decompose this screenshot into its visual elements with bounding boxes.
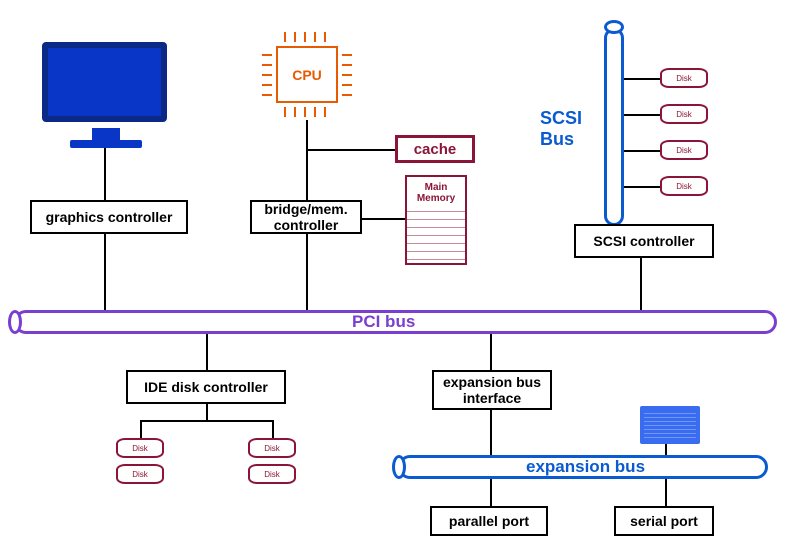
connector — [306, 234, 308, 312]
connector — [624, 78, 664, 80]
connector — [490, 479, 492, 507]
graphics-controller-box: graphics controller — [30, 200, 188, 234]
connector — [206, 404, 208, 420]
connector — [306, 149, 396, 151]
connector — [306, 120, 308, 200]
cpu-label: CPU — [276, 46, 338, 103]
scsi-bus-icon — [604, 20, 624, 34]
cache-box: cache — [395, 135, 475, 163]
architecture-diagram: CPU cache Main Memory SCSI Bus — [0, 0, 791, 556]
disk-icon: Disk — [660, 68, 708, 88]
expansion-bus-label: expansion bus — [526, 457, 645, 477]
connector — [490, 334, 492, 370]
parallel-port-box: parallel port — [430, 506, 548, 536]
serial-port-box: serial port — [614, 506, 714, 536]
scsi-bus-label: SCSI Bus — [540, 108, 600, 150]
connector — [665, 479, 667, 507]
connector — [624, 114, 664, 116]
main-memory-box: Main Memory — [405, 175, 467, 265]
connector — [272, 420, 274, 438]
expansion-bus-icon — [392, 455, 406, 479]
monitor-icon — [92, 128, 120, 140]
keyboard-icon — [640, 406, 700, 444]
connector — [104, 234, 106, 312]
disk-icon: Disk — [660, 104, 708, 124]
connector — [206, 334, 208, 370]
connector — [490, 410, 492, 456]
connector — [104, 148, 106, 200]
connector — [640, 258, 642, 312]
monitor-icon — [42, 42, 167, 122]
disk-icon: Disk — [248, 464, 296, 484]
pci-bus-label: PCI bus — [352, 312, 415, 332]
connector — [624, 150, 664, 152]
main-memory-label: Main Memory — [407, 183, 465, 204]
scsi-controller-box: SCSI controller — [574, 224, 714, 258]
disk-icon: Disk — [116, 438, 164, 458]
disk-icon: Disk — [660, 140, 708, 160]
ide-disk-controller-box: IDE disk controller — [126, 370, 286, 404]
connector — [360, 218, 406, 220]
connector — [624, 186, 664, 188]
connector — [140, 420, 142, 438]
bridge-mem-controller-box: bridge/mem. controller — [250, 200, 362, 234]
monitor-icon — [70, 140, 142, 148]
pci-bus-icon — [8, 310, 22, 334]
disk-icon: Disk — [660, 176, 708, 196]
scsi-bus-icon — [604, 28, 624, 226]
disk-icon: Disk — [248, 438, 296, 458]
expansion-bus-interface-box: expansion bus interface — [432, 370, 552, 410]
disk-icon: Disk — [116, 464, 164, 484]
connector — [140, 420, 274, 422]
cpu-chip-icon: CPU — [262, 32, 352, 117]
